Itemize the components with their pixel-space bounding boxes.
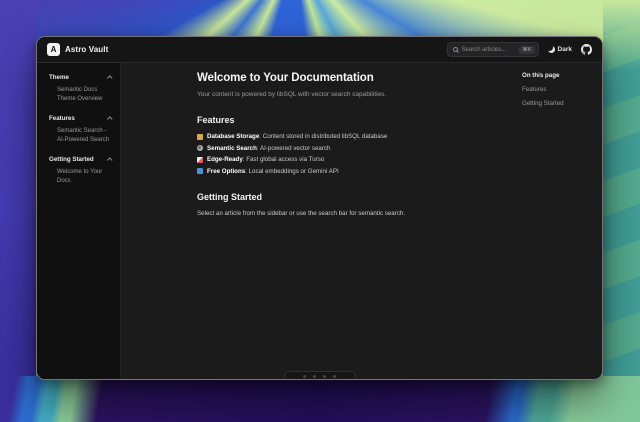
getting-started-text: Select an article from the sidebar or us…	[197, 210, 498, 217]
search-icon	[453, 47, 458, 52]
page-subtitle: Your content is powered by libSQL with v…	[197, 91, 498, 98]
toc-title: On this page	[522, 72, 594, 79]
magnifier-icon	[197, 145, 203, 151]
search-input[interactable]: Search articles... ⌘K	[447, 42, 539, 57]
feature-label: Semantic Search	[207, 145, 257, 152]
main-content: Welcome to Your Documentation Your conte…	[121, 63, 522, 380]
feature-label: Database Storage	[207, 133, 259, 140]
wallpaper-right-edge	[603, 0, 640, 382]
dev-toolbar-icon	[313, 375, 316, 378]
wallpaper-bottom-edge	[0, 376, 640, 422]
header-actions: Search articles... ⌘K Dark	[447, 42, 592, 57]
sidebar-section-theme-header[interactable]: Theme	[49, 74, 111, 81]
sidebar-item-semantic-search[interactable]: Semantic Search - AI-Powered Search	[49, 127, 111, 145]
sidebar: Theme Semantic Docs Theme Overview Featu…	[37, 63, 121, 380]
feature-label: Free Options	[207, 168, 245, 175]
feature-item-free-options: Free Options: Local embeddings or Gemini…	[197, 168, 498, 175]
sidebar-section-label: Features	[49, 115, 75, 122]
feature-item-edge-ready: Edge-Ready: Fast global access via Turso	[197, 156, 498, 163]
feature-text: : AI-powered vector search	[257, 145, 331, 152]
search-placeholder: Search articles...	[462, 47, 516, 53]
theme-toggle-button[interactable]: Dark	[548, 46, 572, 53]
sidebar-section-features: Features Semantic Search - AI-Powered Se…	[49, 115, 111, 145]
app-logo-icon: A	[47, 43, 60, 56]
card-file-box-icon	[197, 134, 203, 140]
toc-link-features[interactable]: Features	[522, 86, 594, 93]
dev-toolbar-icon	[333, 375, 336, 378]
feature-text: : Fast global access via Turso	[243, 156, 325, 163]
sidebar-section-label: Theme	[49, 74, 69, 81]
sidebar-section-features-header[interactable]: Features	[49, 115, 111, 122]
chevron-up-icon	[107, 76, 112, 81]
sidebar-section-getting-started-header[interactable]: Getting Started	[49, 156, 111, 163]
dev-toolbar-icon	[303, 375, 306, 378]
free-badge-icon	[197, 168, 203, 174]
app-title: Astro Vault	[65, 45, 108, 54]
feature-text: : Content stored in distributed libSQL d…	[259, 133, 387, 140]
github-link[interactable]	[581, 44, 592, 55]
app-window: A Astro Vault Search articles... ⌘K Dark	[36, 36, 603, 380]
toc-link-getting-started[interactable]: Getting Started	[522, 100, 594, 107]
moon-icon	[548, 46, 555, 53]
brand-home-link[interactable]: A Astro Vault	[47, 43, 108, 56]
feature-item-database-storage: Database Storage: Content stored in dist…	[197, 133, 498, 140]
sidebar-section-theme: Theme Semantic Docs Theme Overview	[49, 74, 111, 104]
sidebar-section-label: Getting Started	[49, 156, 94, 163]
window-body: Theme Semantic Docs Theme Overview Featu…	[37, 63, 602, 380]
desktop: A Astro Vault Search articles... ⌘K Dark	[0, 0, 640, 422]
chevron-up-icon	[107, 158, 112, 163]
feature-item-semantic-search: Semantic Search: AI-powered vector searc…	[197, 145, 498, 152]
wallpaper-left-edge	[0, 0, 36, 382]
sidebar-section-getting-started: Getting Started Welcome to Your Docs	[49, 156, 111, 186]
page-title: Welcome to Your Documentation	[197, 72, 498, 84]
features-list: Database Storage: Content stored in dist…	[197, 133, 498, 175]
sidebar-item-welcome-to-your-docs[interactable]: Welcome to Your Docs	[49, 168, 111, 186]
github-icon	[581, 44, 592, 55]
theme-toggle-label: Dark	[558, 46, 572, 53]
sidebar-item-semantic-docs-theme-overview[interactable]: Semantic Docs Theme Overview	[49, 86, 111, 104]
getting-started-heading: Getting Started	[197, 192, 498, 202]
search-shortcut-badge: ⌘K	[519, 46, 534, 54]
features-heading: Features	[197, 115, 498, 125]
dev-toolbar-icon	[323, 375, 326, 378]
chevron-up-icon	[107, 117, 112, 122]
header-bar: A Astro Vault Search articles... ⌘K Dark	[37, 37, 602, 63]
rocket-icon	[197, 157, 203, 163]
feature-text: : Local embeddings or Gemini API	[245, 168, 339, 175]
astro-dev-toolbar[interactable]	[284, 371, 356, 380]
feature-label: Edge-Ready	[207, 156, 243, 163]
on-this-page-panel: On this page Features Getting Started	[522, 63, 602, 380]
